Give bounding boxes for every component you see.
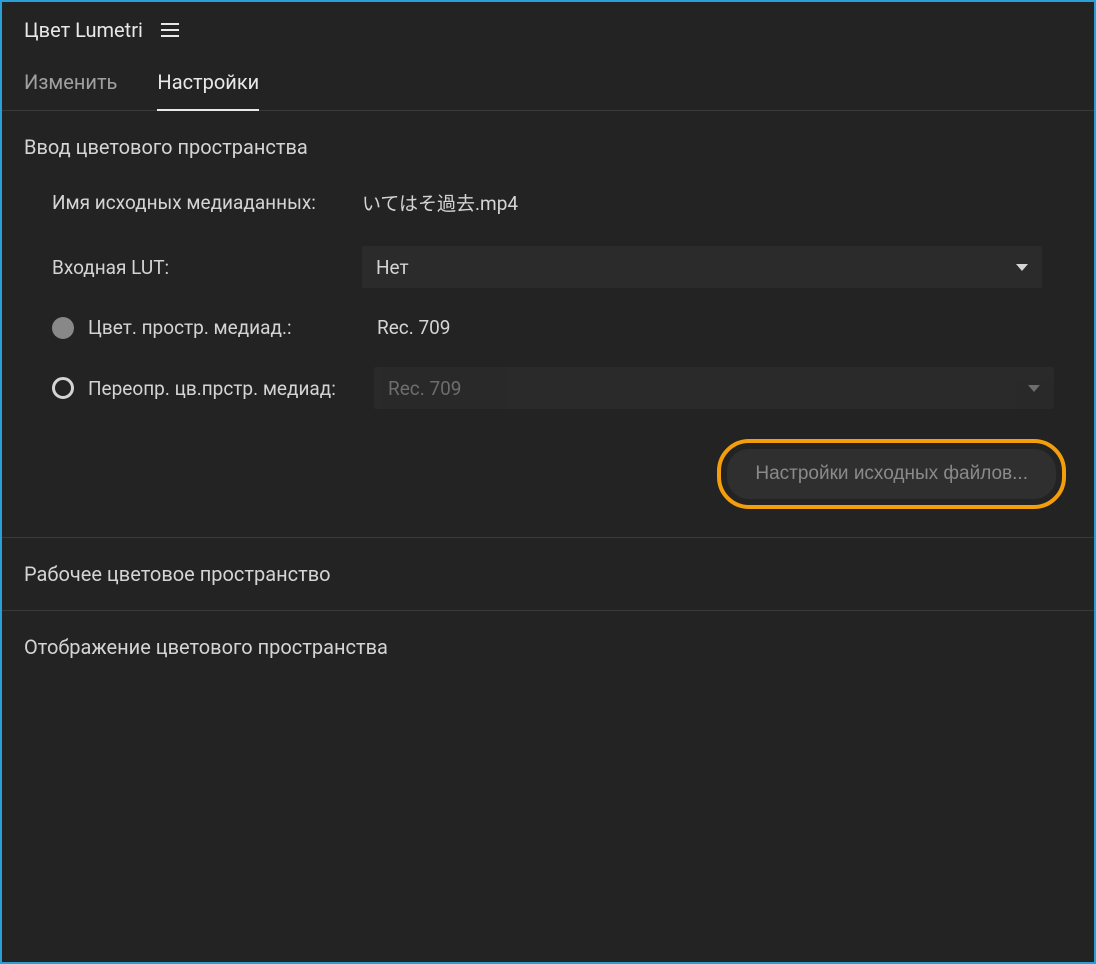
button-row: Настройки исходных файлов...: [24, 439, 1072, 509]
tabs-row: Изменить Настройки: [2, 58, 1094, 111]
input-lut-dropdown[interactable]: Нет: [362, 246, 1042, 288]
media-color-space-value: Rec. 709: [377, 316, 451, 339]
chevron-down-icon: [1016, 264, 1028, 271]
input-lut-row: Входная LUT: Нет: [24, 246, 1072, 288]
tab-settings[interactable]: Настройки: [157, 58, 259, 110]
working-color-space-title: Рабочее цветовое пространство: [24, 562, 1072, 586]
input-color-space-title: Ввод цветового пространства: [24, 135, 1072, 159]
override-media-color-space-value: Rec. 709: [388, 377, 462, 400]
input-color-space-section: Ввод цветового пространства Имя исходных…: [2, 111, 1094, 538]
panel-title: Цвет Lumetri: [24, 18, 143, 42]
display-color-space-section[interactable]: Отображение цветового пространства: [2, 611, 1094, 683]
lumetri-color-panel: Цвет Lumetri Изменить Настройки Ввод цве…: [2, 2, 1094, 962]
input-lut-label: Входная LUT:: [52, 256, 362, 279]
source-media-name-label: Имя исходных медиаданных:: [52, 191, 362, 214]
tab-edit[interactable]: Изменить: [24, 58, 117, 110]
chevron-down-icon: [1028, 385, 1040, 392]
override-media-color-space-row: Переопр. цв.прстр. медиад: Rec. 709: [24, 367, 1072, 409]
media-color-space-row: Цвет. простр. медиад.: Rec. 709: [24, 316, 1072, 339]
source-settings-button[interactable]: Настройки исходных файлов...: [727, 449, 1056, 499]
highlight-annotation: Настройки исходных файлов...: [717, 439, 1066, 509]
radio-media-color-space[interactable]: [52, 317, 74, 339]
radio-override-media-color-space[interactable]: [52, 377, 74, 399]
input-lut-value: Нет: [376, 256, 409, 279]
source-media-name-row: Имя исходных медиаданных: いてはそ過去.mp4: [24, 189, 1072, 216]
panel-header: Цвет Lumetri: [2, 2, 1094, 58]
override-media-color-space-label: Переопр. цв.прстр. медиад:: [88, 377, 360, 400]
override-media-color-space-dropdown[interactable]: Rec. 709: [374, 367, 1054, 409]
media-color-space-label: Цвет. простр. медиад.:: [88, 316, 363, 339]
display-color-space-title: Отображение цветового пространства: [24, 635, 1072, 659]
working-color-space-section[interactable]: Рабочее цветовое пространство: [2, 538, 1094, 611]
source-media-name-value: いてはそ過去.mp4: [362, 189, 518, 216]
menu-icon[interactable]: [159, 21, 181, 39]
